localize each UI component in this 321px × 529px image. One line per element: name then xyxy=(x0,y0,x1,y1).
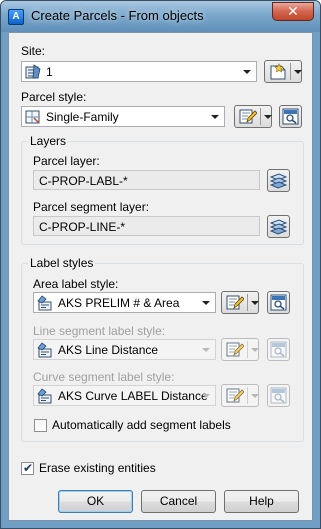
parcel-style-value: Single-Family xyxy=(46,110,119,124)
area-style-edit-button[interactable] xyxy=(221,291,259,314)
parcel-style-edit-button[interactable] xyxy=(234,105,272,128)
erase-existing-checkbox[interactable]: ✔ xyxy=(21,461,34,475)
parcel-layer-button[interactable] xyxy=(267,169,290,192)
segment-layer-field: C-PROP-LINE-* xyxy=(33,216,260,236)
auto-add-labels-checkbox[interactable] xyxy=(34,419,47,432)
close-button[interactable]: ✕ xyxy=(272,2,314,21)
edit-style-icon xyxy=(226,294,244,311)
cancel-button[interactable]: Cancel xyxy=(141,490,216,513)
auto-add-labels-label[interactable]: Automatically add segment labels xyxy=(52,418,231,432)
edit-style-icon xyxy=(239,108,257,125)
chevron-down-icon xyxy=(202,394,210,398)
new-site-icon xyxy=(269,63,287,80)
segment-layer-label: Parcel segment layer: xyxy=(33,200,150,214)
site-label: Site: xyxy=(21,44,46,58)
area-label-style-label: Area label style: xyxy=(33,277,119,291)
parcel-layer-value: C-PROP-LABL-* xyxy=(39,174,128,188)
curve-label-style-value: AKS Curve LABEL Distance xyxy=(58,389,208,403)
checkmark-icon: ✔ xyxy=(23,461,34,475)
line-style-edit-button[interactable] xyxy=(221,338,259,361)
chevron-down-icon xyxy=(251,301,259,305)
title-bar[interactable]: A Create Parcels - From objects ✕ xyxy=(1,1,320,32)
chevron-down-icon xyxy=(202,348,210,352)
curve-label-style-label: Curve segment label style: xyxy=(33,370,175,384)
edit-style-icon xyxy=(226,341,244,358)
label-styles-group-title: Label styles xyxy=(28,256,96,270)
layers-group-title: Layers xyxy=(28,134,69,148)
curve-label-style-dropdown[interactable]: AKS Curve LABEL Distance xyxy=(33,385,216,406)
create-site-button[interactable] xyxy=(264,60,302,83)
line-label-style-label: Line segment label style: xyxy=(33,324,166,338)
parcel-layer-field: C-PROP-LABL-* xyxy=(33,170,260,190)
parcel-style-dropdown[interactable]: Single-Family xyxy=(21,106,225,127)
area-label-style-dropdown[interactable]: AKS PRELIM # & Area xyxy=(33,292,216,313)
chevron-down-icon xyxy=(264,115,272,119)
preview-icon xyxy=(270,387,287,404)
chevron-down-icon xyxy=(251,348,259,352)
preview-icon xyxy=(270,341,287,358)
parcel-layer-label: Parcel layer: xyxy=(33,154,100,168)
edit-style-icon xyxy=(226,387,244,404)
preview-icon xyxy=(270,294,287,311)
parcel-style-preview-button[interactable] xyxy=(279,105,302,128)
parcel-style-icon xyxy=(25,109,41,125)
dialog-title: Create Parcels - From objects xyxy=(31,8,204,23)
help-button[interactable]: Help xyxy=(224,490,299,513)
dialog-body: Site: 1 Parcel style: Single-Family Laye… xyxy=(8,32,313,521)
label-style-icon xyxy=(37,295,53,311)
chevron-down-icon xyxy=(294,70,302,74)
area-label-style-value: AKS PRELIM # & Area xyxy=(58,296,180,310)
chevron-down-icon xyxy=(202,301,210,305)
site-value: 1 xyxy=(46,65,53,79)
line-style-preview-button[interactable] xyxy=(267,338,290,361)
preview-icon xyxy=(282,108,299,125)
label-style-icon xyxy=(37,342,53,358)
chevron-down-icon xyxy=(243,70,251,74)
line-label-style-value: AKS Line Distance xyxy=(58,343,159,357)
segment-layer-button[interactable] xyxy=(267,215,290,238)
curve-style-preview-button[interactable] xyxy=(267,384,290,407)
area-style-preview-button[interactable] xyxy=(267,291,290,314)
line-label-style-dropdown[interactable]: AKS Line Distance xyxy=(33,339,216,360)
dialog-window: A Create Parcels - From objects ✕ Site: … xyxy=(0,0,321,529)
parcel-style-label: Parcel style: xyxy=(21,90,87,104)
chevron-down-icon xyxy=(211,115,219,119)
erase-existing-label[interactable]: Erase existing entities xyxy=(39,461,156,475)
layers-icon xyxy=(270,218,287,235)
app-icon: A xyxy=(8,9,24,25)
segment-layer-value: C-PROP-LINE-* xyxy=(39,220,126,234)
site-dropdown[interactable]: 1 xyxy=(21,61,257,82)
curve-style-edit-button[interactable] xyxy=(221,384,259,407)
site-icon xyxy=(25,64,41,80)
label-style-icon xyxy=(37,388,53,404)
chevron-down-icon xyxy=(251,394,259,398)
ok-button[interactable]: OK xyxy=(58,490,133,513)
layers-icon xyxy=(270,172,287,189)
